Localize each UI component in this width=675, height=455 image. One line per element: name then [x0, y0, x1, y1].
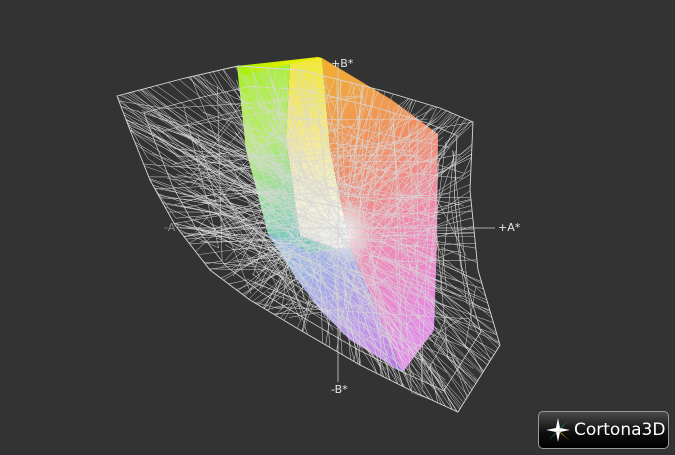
cortona-star-icon — [546, 418, 570, 442]
axis-label-plus-b: +B* — [331, 57, 354, 70]
axis-label-plus-a: +A* — [498, 221, 521, 234]
axis-label-minus-a: -A* — [164, 221, 181, 234]
axis-label-minus-b: -B* — [331, 383, 348, 396]
cortona3d-logo[interactable]: Cortona3D — [538, 411, 669, 449]
wireframe-edge — [440, 151, 498, 349]
cortona3d-logo-text: Cortona3D — [574, 420, 666, 440]
wireframe-edge — [178, 105, 220, 249]
3d-viewport[interactable]: +B* -B* +A* -A* Cortona3D — [0, 0, 675, 455]
